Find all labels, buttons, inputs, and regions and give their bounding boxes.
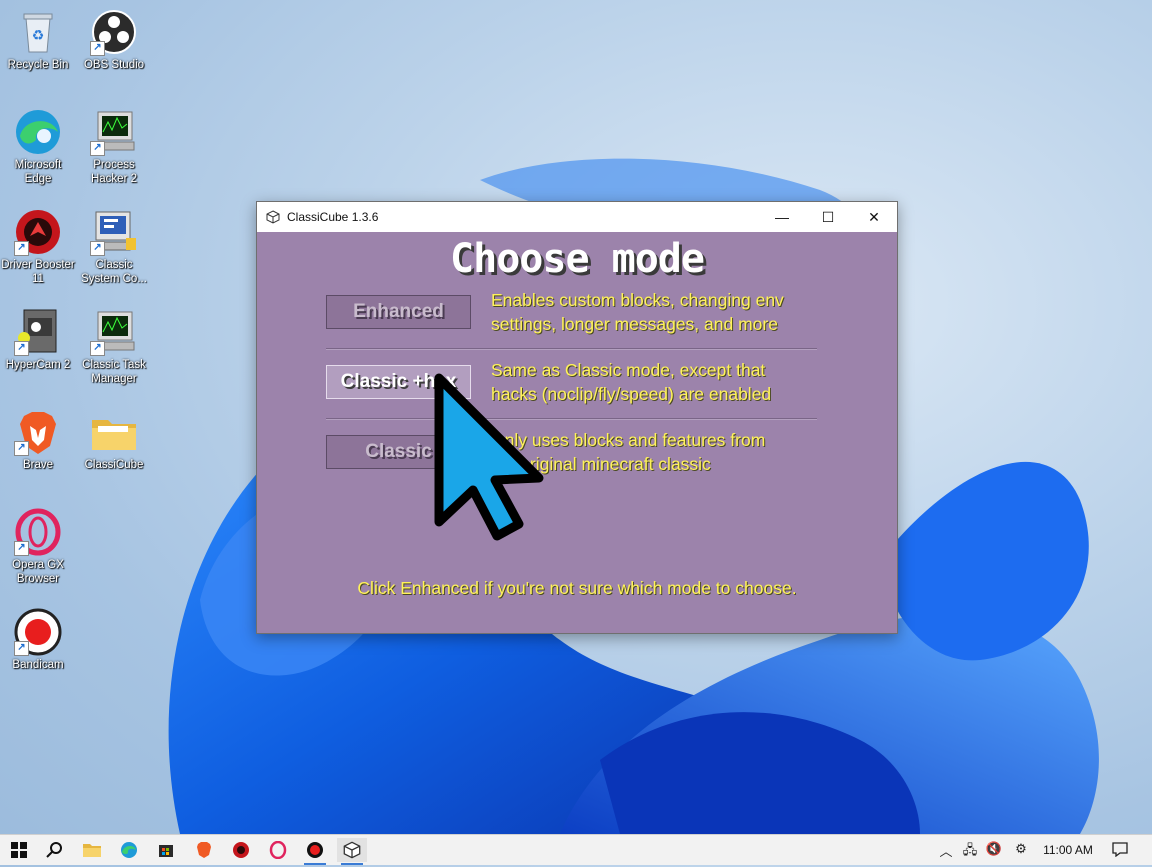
minimize-icon: — bbox=[775, 209, 789, 225]
desktop-icon-system-config[interactable]: ↗ Classic System Co... bbox=[76, 208, 152, 286]
notifications-button[interactable] bbox=[1110, 841, 1130, 860]
desktop-icon-label: HyperCam 2 bbox=[5, 359, 71, 371]
divider bbox=[326, 418, 817, 420]
driver-booster-icon: ↗ bbox=[14, 208, 62, 256]
network-tray[interactable]: 🖧 bbox=[960, 841, 980, 863]
taskbar-classicube[interactable] bbox=[337, 838, 367, 865]
page-title: Choose mode bbox=[450, 236, 705, 282]
network-icon: 🖧 bbox=[962, 842, 978, 857]
opera-gx-icon: ↗ bbox=[14, 508, 62, 556]
desktop-icon-label: Microsoft Edge bbox=[14, 159, 62, 185]
hypercam-icon: ↗ bbox=[14, 308, 62, 356]
taskbar-store[interactable] bbox=[151, 838, 181, 862]
desktop-icon-recycle-bin[interactable]: ♻ Recycle Bin bbox=[0, 8, 76, 72]
desktop-icon-obs-studio[interactable]: ↗ OBS Studio bbox=[76, 8, 152, 72]
shortcut-arrow-icon: ↗ bbox=[14, 241, 29, 256]
window-title: ClassiCube 1.3.6 bbox=[287, 210, 379, 224]
desktop-icon-brave[interactable]: ↗ Brave bbox=[0, 408, 76, 472]
store-icon bbox=[159, 845, 173, 857]
shortcut-arrow-icon: ↗ bbox=[90, 241, 105, 256]
folder-icon bbox=[83, 844, 101, 857]
taskbar-edge[interactable] bbox=[114, 838, 144, 862]
desktop-icon-driver-booster[interactable]: ↗ Driver Booster 11 bbox=[0, 208, 76, 286]
desktop-icon-label: Process Hacker 2 bbox=[90, 159, 138, 185]
obs-icon: ↗ bbox=[90, 8, 138, 56]
brave-icon: ↗ bbox=[14, 408, 62, 456]
enhanced-description: Enables custom blocks, changing env sett… bbox=[491, 290, 784, 334]
shortcut-arrow-icon: ↗ bbox=[14, 441, 29, 456]
windows-logo-icon bbox=[11, 842, 27, 858]
shortcut-arrow-icon: ↗ bbox=[14, 341, 29, 356]
clock[interactable]: 11:00 AM bbox=[1032, 843, 1104, 857]
shortcut-arrow-icon: ↗ bbox=[90, 341, 105, 356]
close-icon: ✕ bbox=[868, 209, 880, 225]
svg-text:♻: ♻ bbox=[32, 27, 45, 43]
opera-gx-icon bbox=[269, 840, 287, 860]
taskbar-brave[interactable] bbox=[189, 838, 219, 862]
maximize-icon: ☐ bbox=[821, 209, 835, 225]
desktop-icon-label: ClassiCube bbox=[84, 459, 144, 471]
shortcut-arrow-icon: ↗ bbox=[90, 41, 105, 56]
recycle-bin-icon: ♻ bbox=[14, 8, 62, 56]
desktop-icon-label: Bandicam bbox=[12, 659, 64, 671]
desktop-icon-label: Recycle Bin bbox=[7, 59, 69, 71]
desktop-icon-process-hacker[interactable]: ↗ Process Hacker 2 bbox=[76, 108, 152, 186]
classic-hax-description: Same as Classic mode, except that hacks … bbox=[491, 360, 772, 404]
desktop-icon-bandicam[interactable]: ↗ Bandicam bbox=[0, 608, 76, 672]
volume-tray[interactable]: 🔇 bbox=[984, 841, 1004, 857]
desktop-icon-opera-gx[interactable]: ↗ Opera GX Browser bbox=[0, 508, 76, 586]
mouse-cursor-icon bbox=[434, 373, 544, 541]
classicube-window: ClassiCube 1.3.6 — ☐ ✕ Choose mode Enhan… bbox=[256, 201, 898, 634]
mode-chooser: Choose mode Enhanced Enables custom bloc… bbox=[257, 232, 897, 633]
chevron-up-icon: ︿ bbox=[939, 844, 953, 859]
desktop-icon-hypercam[interactable]: ↗ HyperCam 2 bbox=[0, 308, 76, 372]
desktop-icon-task-manager[interactable]: ↗ Classic Task Manager bbox=[76, 308, 152, 386]
enhanced-mode-button[interactable]: Enhanced bbox=[326, 295, 471, 329]
show-hidden-icons-button[interactable]: ︿ bbox=[936, 841, 956, 860]
classicube-cube-icon bbox=[266, 210, 280, 224]
taskbar-opera-gx[interactable] bbox=[263, 838, 293, 862]
taskbar-driver-booster[interactable] bbox=[226, 838, 256, 862]
bandicam-icon: ↗ bbox=[14, 608, 62, 656]
gear-icon: ⚙ bbox=[1015, 841, 1027, 856]
edge-icon bbox=[14, 108, 62, 156]
start-button[interactable] bbox=[4, 838, 34, 862]
edge-icon bbox=[121, 842, 137, 858]
settings-tray[interactable]: ⚙ bbox=[1011, 841, 1031, 857]
desktop-icon-label: Opera GX Browser bbox=[12, 559, 64, 585]
process-hacker-icon: ↗ bbox=[90, 108, 138, 156]
hint-text: Click Enhanced if you're not sure which … bbox=[357, 578, 797, 598]
close-button[interactable]: ✕ bbox=[851, 202, 897, 232]
desktop-icon-label: Driver Booster 11 bbox=[1, 259, 75, 285]
system-config-icon: ↗ bbox=[90, 208, 138, 256]
shortcut-arrow-icon: ↗ bbox=[90, 141, 105, 156]
search-icon bbox=[46, 842, 62, 858]
taskbar-bandicam[interactable] bbox=[300, 838, 330, 865]
classic-description: Only uses blocks and features from the o… bbox=[491, 430, 766, 474]
folder-icon bbox=[90, 408, 138, 456]
desktop-icon-edge[interactable]: Microsoft Edge bbox=[0, 108, 76, 186]
search-button[interactable] bbox=[40, 838, 70, 862]
shortcut-arrow-icon: ↗ bbox=[14, 641, 29, 656]
desktop-icon-label: Brave bbox=[22, 459, 54, 471]
taskbar: ︿ 🖧 🔇 ⚙ 11:00 AM bbox=[0, 834, 1152, 865]
volume-muted-icon: 🔇 bbox=[985, 841, 1003, 856]
shortcut-arrow-icon: ↗ bbox=[14, 541, 29, 556]
notification-icon bbox=[1112, 842, 1128, 858]
brave-icon bbox=[197, 842, 211, 858]
minimize-button[interactable]: — bbox=[759, 202, 805, 232]
desktop-icon-label: OBS Studio bbox=[83, 59, 145, 71]
bandicam-icon bbox=[307, 842, 323, 858]
divider bbox=[326, 348, 817, 350]
desktop-icon-classicube-folder[interactable]: ClassiCube bbox=[76, 408, 152, 472]
driver-booster-icon bbox=[233, 842, 249, 858]
desktop-icon-label: Classic System Co... bbox=[81, 259, 147, 285]
maximize-button[interactable]: ☐ bbox=[805, 202, 851, 232]
taskbar-file-explorer[interactable] bbox=[77, 838, 107, 862]
classicube-cube-icon bbox=[343, 841, 361, 859]
desktop-icon-label: Classic Task Manager bbox=[82, 359, 146, 385]
task-manager-icon: ↗ bbox=[90, 308, 138, 356]
title-bar[interactable]: ClassiCube 1.3.6 — ☐ ✕ bbox=[257, 202, 897, 232]
